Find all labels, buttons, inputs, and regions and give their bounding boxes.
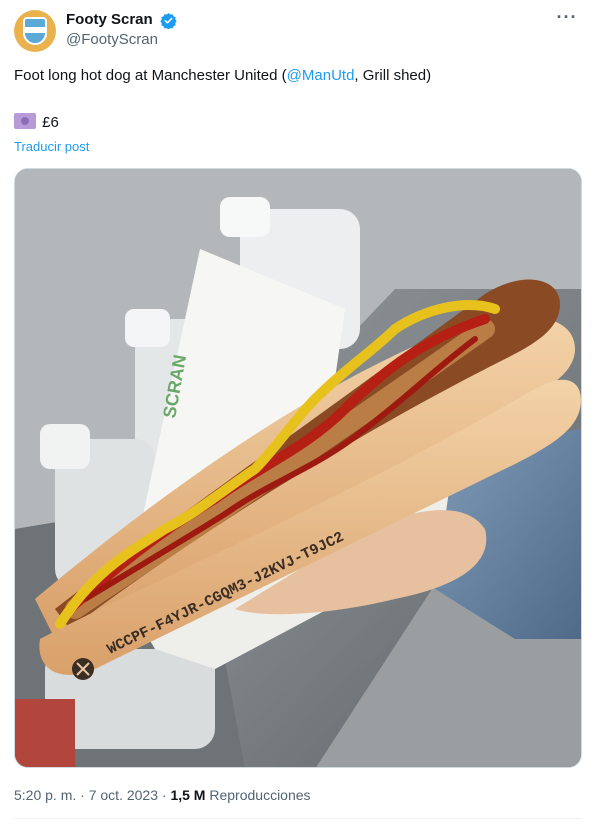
mention-link[interactable]: @ManUtd: [287, 67, 355, 84]
money-banknote-icon: [14, 113, 36, 129]
post-photo[interactable]: SCRAN WCCPF-F4YJR-CGQM3-J2KVJ-T9JC2: [14, 168, 582, 768]
author-info: Footy Scran @FootyScran: [66, 11, 177, 50]
post-text-before: Foot long hot dog at Manchester United (: [14, 67, 287, 84]
divider: [14, 818, 582, 819]
post-text-after: , Grill shed): [354, 67, 432, 84]
hot-dog-photo: SCRAN WCCPF-F4YJR-CGQM3-J2KVJ-T9JC2: [15, 169, 581, 767]
views-count: 1,5 M: [170, 787, 206, 803]
author-handle[interactable]: @FootyScran: [66, 30, 177, 50]
translate-post-link[interactable]: Traducir post: [14, 139, 89, 155]
price-line: £6: [14, 113, 59, 133]
price-text: £6: [42, 114, 59, 131]
author-display-name[interactable]: Footy Scran: [66, 11, 153, 29]
post-meta: 5:20 p. m. · 7 oct. 2023 · 1,5 M Reprodu…: [14, 786, 311, 804]
post-date[interactable]: 7 oct. 2023: [89, 787, 158, 803]
post-time[interactable]: 5:20 p. m.: [14, 787, 76, 803]
avatar[interactable]: [14, 10, 56, 52]
views-label: Reproducciones: [209, 787, 311, 803]
verified-badge-icon: [160, 12, 177, 29]
meta-separator: ·: [80, 787, 85, 803]
more-options-icon[interactable]: ···: [554, 8, 580, 30]
post-header: Footy Scran @FootyScran ···: [14, 8, 582, 56]
meta-separator-2: ·: [161, 787, 167, 803]
post-text: Foot long hot dog at Manchester United (…: [14, 66, 582, 86]
